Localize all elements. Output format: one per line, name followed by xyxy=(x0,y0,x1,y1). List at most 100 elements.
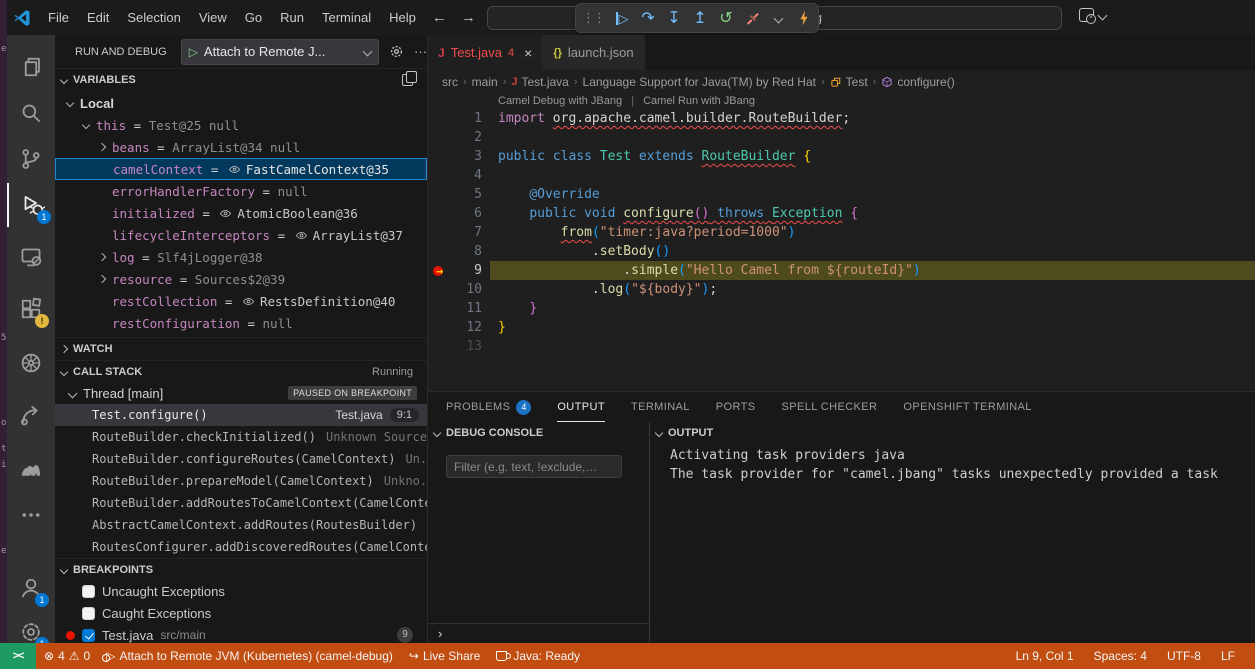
variable-row[interactable]: errorHandlerFactory = null xyxy=(55,180,427,202)
source-control-activity-icon[interactable] xyxy=(7,137,55,181)
stack-frame-row[interactable]: AbstractCamelContext.addRoutes(RoutesBui… xyxy=(55,514,427,536)
code-line-5[interactable]: 5 @Override xyxy=(428,185,1255,204)
account-activity-icon[interactable]: 1 xyxy=(7,566,55,610)
eol-status[interactable]: LF xyxy=(1211,649,1245,663)
code-line-11[interactable]: 11 } xyxy=(428,299,1255,318)
remote-explorer-activity-icon[interactable] xyxy=(7,235,55,279)
panel-tab-ports[interactable]: PORTS xyxy=(716,392,756,422)
menu-go[interactable]: Go xyxy=(236,0,271,35)
line-number[interactable]: 8 xyxy=(428,242,498,261)
breadcrumb-item[interactable]: src xyxy=(442,75,458,89)
drag-grip-icon[interactable]: ⋮⋮ xyxy=(582,7,604,29)
variable-row[interactable]: restCollection = RestsDefinition@40 xyxy=(55,290,427,312)
line-number[interactable]: 10 xyxy=(428,280,498,299)
line-number[interactable]: 11 xyxy=(428,299,498,318)
tab-launch-json[interactable]: {}launch.json xyxy=(543,35,644,70)
debug-activity-icon[interactable]: 1 xyxy=(7,183,57,227)
breakpoint-checkbox[interactable] xyxy=(82,607,95,620)
panel-tab-problems[interactable]: PROBLEMS4 xyxy=(446,392,531,422)
output-header[interactable]: OUTPUT xyxy=(650,422,1255,444)
menu-selection[interactable]: Selection xyxy=(118,0,189,35)
layout-control-icon[interactable]: × xyxy=(1079,8,1106,22)
step-over-icon[interactable]: ↷ xyxy=(640,7,656,29)
line-number[interactable]: 2 xyxy=(428,128,498,147)
code-line-6[interactable]: 6 public void configure() throws Excepti… xyxy=(428,204,1255,223)
step-out-icon[interactable]: ↥ xyxy=(692,7,708,29)
problems-status[interactable]: ⊗ 4 ⚠ 0 xyxy=(36,649,98,663)
lazy-eval-eye-icon[interactable] xyxy=(295,229,308,242)
more-activity-icon[interactable] xyxy=(7,493,55,537)
line-number[interactable]: 12 xyxy=(428,318,498,337)
line-number[interactable]: 6 xyxy=(428,204,498,223)
breakpoint-row[interactable]: Test.javasrc/main9 xyxy=(55,624,427,643)
variables-section-header[interactable]: VARIABLES xyxy=(55,68,427,90)
search-activity-icon[interactable] xyxy=(7,91,55,135)
code-line-10[interactable]: 10 .log("${body}"); xyxy=(428,280,1255,299)
codelens-run-link[interactable]: Camel Run with JBang xyxy=(643,95,755,107)
files-activity-icon[interactable] xyxy=(7,45,55,89)
debug-config-select[interactable]: ▷ Attach to Remote J... xyxy=(181,39,379,65)
breadcrumb-item[interactable]: Language Support for Java(TM) by Red Hat xyxy=(583,75,816,89)
line-number[interactable]: 5 xyxy=(428,185,498,204)
code-line-9[interactable]: →9 .simple("Hello Camel from ${routeId}"… xyxy=(428,261,1255,280)
variable-row[interactable]: camelContext = FastCamelContext@35 xyxy=(55,158,427,180)
codelens-debug-link[interactable]: Camel Debug with JBang xyxy=(498,95,622,107)
variable-row[interactable]: restConfiguration = null xyxy=(55,312,427,334)
variable-row[interactable]: log = Slf4jLogger@38 xyxy=(55,246,427,268)
thread-row[interactable]: Thread [main] PAUSED ON BREAKPOINT xyxy=(55,382,427,404)
code-line-3[interactable]: 3public class Test extends RouteBuilder … xyxy=(428,147,1255,166)
encoding-status[interactable]: UTF-8 xyxy=(1157,649,1211,663)
line-number[interactable]: 4 xyxy=(428,166,498,185)
code-line-7[interactable]: 7 from("timer:java?period=1000") xyxy=(428,223,1255,242)
debug-session-status[interactable]: ▷ Attach to Remote JVM (Kubernetes) (cam… xyxy=(98,649,401,663)
cursor-position[interactable]: Ln 9, Col 1 xyxy=(1006,649,1084,663)
console-repl-input[interactable]: › xyxy=(428,623,649,644)
breadcrumb-item[interactable]: configure() xyxy=(881,75,954,89)
variable-row[interactable]: this = Test@25 null xyxy=(55,114,427,136)
close-icon[interactable]: × xyxy=(524,45,532,61)
tab-test-java[interactable]: JTest.java4× xyxy=(428,35,543,70)
debug-console-header[interactable]: DEBUG CONSOLE xyxy=(428,422,649,444)
line-number[interactable]: 3 xyxy=(428,147,498,166)
disconnect-icon[interactable] xyxy=(744,7,760,29)
nav-back-button[interactable]: ← xyxy=(425,9,454,26)
variable-row[interactable]: lifecycleInterceptors = ArrayList@37 xyxy=(55,224,427,246)
lazy-eval-eye-icon[interactable] xyxy=(242,295,255,308)
variable-row[interactable]: initialized = AtomicBoolean@36 xyxy=(55,202,427,224)
panel-tab-output[interactable]: OUTPUT xyxy=(557,392,605,422)
breakpoint-checkbox[interactable] xyxy=(82,629,95,642)
nav-forward-button[interactable]: → xyxy=(454,9,483,26)
code-line-13[interactable]: 13 xyxy=(428,337,1255,356)
stack-frame-row[interactable]: RouteBuilder.addRoutesToCamelContext(Cam… xyxy=(55,492,427,514)
breakpoints-section-header[interactable]: BREAKPOINTS xyxy=(55,558,427,580)
copy-value-icon[interactable] xyxy=(402,74,413,86)
console-filter-input[interactable]: Filter (e.g. text, !exclude,… xyxy=(446,455,622,478)
code-line-12[interactable]: 12} xyxy=(428,318,1255,337)
panel-tab-openshift-terminal[interactable]: OPENSHIFT TERMINAL xyxy=(903,392,1031,422)
call-stack-section-header[interactable]: CALL STACK Running xyxy=(55,360,427,382)
stack-frame-row[interactable]: RouteBuilder.prepareModel(CamelContext)U… xyxy=(55,470,427,492)
code-line-1[interactable]: 1import org.apache.camel.builder.RouteBu… xyxy=(428,109,1255,128)
panel-tab-spell-checker[interactable]: SPELL CHECKER xyxy=(782,392,878,422)
continue-icon[interactable]: ▷ xyxy=(614,7,630,29)
restart-icon[interactable]: ↺ xyxy=(718,7,734,29)
watch-section-header[interactable]: WATCH xyxy=(55,337,427,359)
code-line-2[interactable]: 2 xyxy=(428,128,1255,147)
line-number[interactable]: 1 xyxy=(428,109,498,128)
panel-tab-terminal[interactable]: TERMINAL xyxy=(631,392,690,422)
views-more-actions[interactable]: ··· xyxy=(414,44,427,59)
code-line-4[interactable]: 4 xyxy=(428,166,1255,185)
extensions-activity-icon[interactable]: ! xyxy=(7,287,55,331)
debug-settings-gear-icon[interactable] xyxy=(389,44,404,59)
menu-edit[interactable]: Edit xyxy=(78,0,118,35)
breakpoint-row[interactable]: Uncaught Exceptions xyxy=(55,580,427,602)
breakpoint-checkbox[interactable] xyxy=(82,585,95,598)
paused-breakpoint-icon[interactable]: → xyxy=(433,265,449,277)
variables-scope-row[interactable]: Local xyxy=(55,92,427,114)
lightning-icon[interactable] xyxy=(796,7,812,29)
lazy-eval-eye-icon[interactable] xyxy=(228,163,241,176)
stack-frame-row[interactable]: RouteBuilder.checkInitialized()Unknown S… xyxy=(55,426,427,448)
stack-frame-row[interactable]: Test.configure()Test.java9:1 xyxy=(55,404,427,426)
menu-file[interactable]: File xyxy=(39,0,78,35)
breadcrumb-item[interactable]: Test xyxy=(830,75,868,89)
